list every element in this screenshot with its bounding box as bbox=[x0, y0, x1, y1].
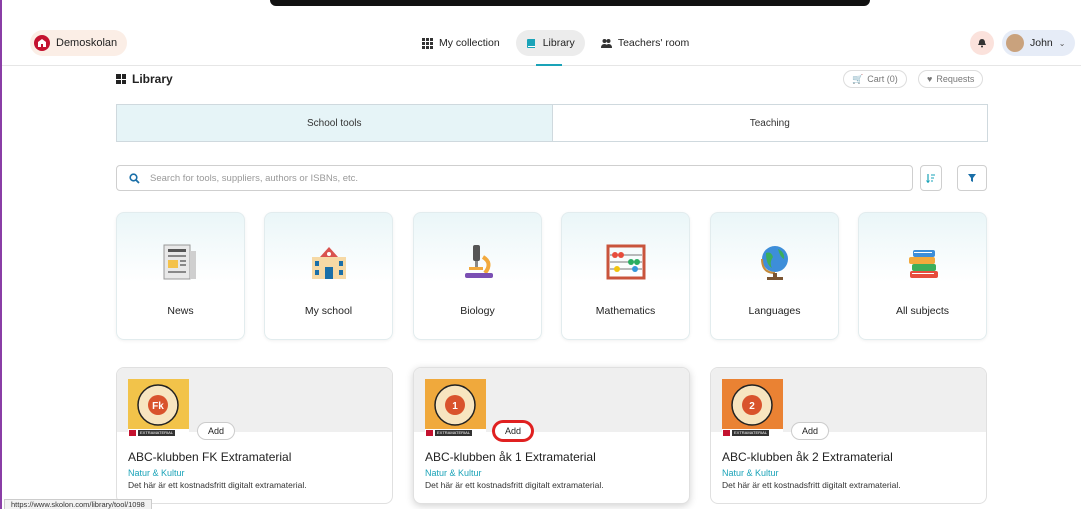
books-stack-icon bbox=[909, 250, 938, 278]
abacus-icon bbox=[606, 244, 646, 280]
globe-icon bbox=[761, 246, 788, 280]
strip-label: EXTRAMATERIAL bbox=[435, 430, 473, 436]
product-description: Det här är ett kostnadsfritt digitalt ex… bbox=[128, 480, 307, 490]
category-news[interactable]: News bbox=[116, 212, 245, 340]
product-title[interactable]: ABC-klubben åk 1 Extramaterial bbox=[425, 450, 596, 464]
requests-label: Requests bbox=[936, 74, 975, 84]
publisher-strip: EXTRAMATERIAL bbox=[128, 429, 189, 437]
active-nav-indicator bbox=[536, 64, 562, 66]
publisher-logo-icon bbox=[723, 430, 730, 436]
category-languages[interactable]: Languages bbox=[710, 212, 839, 340]
page-title-text: Library bbox=[132, 72, 173, 86]
status-bar-url: https://www.skolon.com/library/tool/1098 bbox=[4, 499, 152, 509]
sort-icon bbox=[926, 174, 935, 183]
nav-label: My collection bbox=[439, 37, 500, 49]
newspaper-icon bbox=[163, 244, 196, 280]
nav-label: Teachers' room bbox=[617, 37, 690, 49]
product-publisher[interactable]: Natur & Kultur bbox=[722, 468, 779, 478]
cart-button[interactable]: 🛒 Cart (0) bbox=[843, 70, 907, 88]
user-name: John bbox=[1030, 37, 1053, 49]
nav-library[interactable]: Library bbox=[515, 30, 585, 56]
window-top-clip bbox=[270, 0, 870, 6]
add-button[interactable]: Add bbox=[494, 422, 533, 440]
product-title[interactable]: ABC-klubben åk 2 Extramaterial bbox=[722, 450, 893, 464]
filter-icon bbox=[968, 174, 976, 182]
category-label: Mathematics bbox=[595, 305, 656, 317]
category-biology[interactable]: Biology bbox=[413, 212, 542, 340]
category-label: All subjects bbox=[895, 305, 950, 317]
product-publisher[interactable]: Natur & Kultur bbox=[425, 468, 482, 478]
tab-teaching[interactable]: Teaching bbox=[553, 105, 988, 141]
category-my-school[interactable]: My school bbox=[264, 212, 393, 340]
product-publisher[interactable]: Natur & Kultur bbox=[128, 468, 185, 478]
strip-label: EXTRAMATERIAL bbox=[732, 430, 770, 436]
school-logo-icon bbox=[34, 35, 50, 51]
cart-label: Cart (0) bbox=[867, 74, 898, 84]
category-label: Languages bbox=[748, 305, 801, 317]
tab-school-tools[interactable]: School tools bbox=[117, 105, 553, 141]
school-building-icon bbox=[312, 247, 346, 279]
school-name: Demoskolan bbox=[56, 37, 118, 49]
category-label: My school bbox=[304, 305, 353, 317]
category-label: News bbox=[167, 305, 194, 317]
notifications-button[interactable] bbox=[970, 31, 994, 55]
category-label: Biology bbox=[460, 305, 495, 317]
category-all-subjects[interactable]: All subjects bbox=[858, 212, 987, 340]
nav-teachers-room[interactable]: Teachers' room bbox=[591, 30, 699, 56]
product-card-ak2[interactable]: 2 EXTRAMATERIAL Add ABC-klubben åk 2 Ext… bbox=[710, 367, 987, 504]
library-grid-icon bbox=[116, 74, 126, 84]
window-left-border bbox=[0, 0, 2, 509]
product-description: Det här är ett kostnadsfritt digitalt ex… bbox=[722, 480, 901, 490]
chevron-down-icon: ⌄ bbox=[1058, 38, 1066, 48]
top-header: Demoskolan My collection Library Teacher… bbox=[2, 22, 1081, 66]
page-title: Library bbox=[116, 72, 173, 86]
book-icon bbox=[526, 38, 535, 48]
search-input[interactable]: Search for tools, suppliers, authors or … bbox=[116, 165, 913, 191]
nav-my-collection[interactable]: My collection bbox=[412, 30, 510, 56]
sort-button[interactable] bbox=[920, 165, 942, 191]
main-nav: My collection Library Teachers' room bbox=[412, 30, 699, 56]
category-mathematics[interactable]: Mathematics bbox=[561, 212, 690, 340]
search-icon bbox=[129, 172, 140, 184]
school-switcher[interactable]: Demoskolan bbox=[30, 30, 128, 56]
svg-text:2: 2 bbox=[749, 401, 755, 412]
avatar bbox=[1006, 34, 1024, 52]
filter-button[interactable] bbox=[957, 165, 987, 191]
product-title[interactable]: ABC-klubben FK Extramaterial bbox=[128, 450, 291, 464]
svg-text:1: 1 bbox=[452, 401, 458, 412]
product-description: Det här är ett kostnadsfritt digitalt ex… bbox=[425, 480, 604, 490]
grid-icon bbox=[422, 37, 433, 49]
user-menu[interactable]: John ⌄ bbox=[1002, 30, 1076, 56]
strip-label: EXTRAMATERIAL bbox=[138, 430, 176, 436]
svg-text:Fk: Fk bbox=[152, 401, 164, 412]
bell-icon bbox=[978, 39, 986, 48]
people-icon bbox=[600, 38, 612, 48]
heart-icon: ♥ bbox=[927, 74, 933, 84]
window-top-strip bbox=[0, 0, 1081, 22]
requests-button[interactable]: ♥ Requests bbox=[918, 70, 984, 88]
product-card-fk[interactable]: Fk EXTRAMATERIAL Add ABC-klubben FK Extr… bbox=[116, 367, 393, 504]
microscope-icon bbox=[465, 245, 493, 278]
add-button[interactable]: Add bbox=[791, 422, 830, 440]
publisher-strip: EXTRAMATERIAL bbox=[425, 429, 486, 437]
publisher-logo-icon bbox=[426, 430, 433, 436]
library-tabs: School tools Teaching bbox=[116, 104, 988, 142]
search-placeholder: Search for tools, suppliers, authors or … bbox=[150, 172, 359, 184]
add-button[interactable]: Add bbox=[197, 422, 236, 440]
cart-icon: 🛒 bbox=[852, 73, 864, 84]
publisher-strip: EXTRAMATERIAL bbox=[722, 429, 783, 437]
publisher-logo-icon bbox=[129, 430, 136, 436]
product-card-ak1[interactable]: 1 EXTRAMATERIAL Add ABC-klubben åk 1 Ext… bbox=[413, 367, 690, 504]
nav-label: Library bbox=[542, 37, 575, 49]
